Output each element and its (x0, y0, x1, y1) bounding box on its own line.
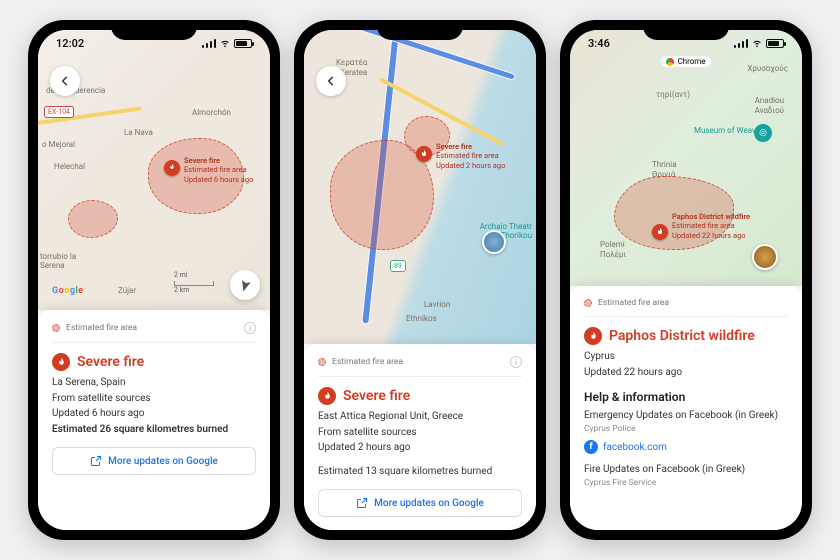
info-icon[interactable]: i (510, 356, 522, 368)
phone-screen: 89 Κερατέα Keratea Lavrion Ethnikos Arch… (304, 30, 536, 530)
route-shield: 89 (390, 260, 406, 272)
fire-overlay-label: Severe fire Estimated fire area Updated … (184, 156, 253, 184)
browser-chrome-row: Chrome (570, 56, 802, 67)
estimate-legend-label: Estimated fire area (66, 323, 137, 333)
battery-icon (766, 39, 784, 48)
place-label: Helechal (54, 162, 85, 171)
help-info-heading: Help & information (584, 390, 788, 404)
locate-button[interactable] (230, 270, 260, 300)
info-sheet[interactable]: Estimated fire area Paphos District wild… (570, 286, 802, 530)
phone-screen: 3:46 Chrome Χρυσοχούς τηρί(αντ) Anadiou … (570, 30, 802, 530)
badge-poi-pin[interactable] (752, 244, 778, 270)
fire-details: East Attica Regional Unit, Greece From s… (318, 409, 522, 479)
place-label: Κερατέα (336, 58, 367, 67)
fire-details: Cyprus Updated 22 hours ago (584, 349, 788, 380)
help-item-source: Cyprus Fire Service (584, 478, 788, 488)
fire-title: Severe fire (77, 354, 144, 370)
place-label: Thrinia (652, 160, 677, 169)
fire-legend-dot-icon (318, 358, 326, 366)
estimate-legend-label: Estimated fire area (332, 357, 403, 367)
info-icon[interactable]: i (244, 322, 256, 334)
fire-title-row: Severe fire (318, 387, 522, 405)
place-label: Zújar (118, 286, 136, 295)
place-label: Ethnikos (406, 314, 437, 323)
photo-poi-pin[interactable] (482, 230, 506, 254)
phone-notch (111, 20, 197, 40)
browser-indicator[interactable]: Chrome (661, 56, 710, 67)
fire-icon (52, 353, 70, 371)
fire-legend-dot-icon (584, 299, 592, 307)
place-label: o Mejoral (42, 140, 75, 149)
fire-title-row: Paphos District wildfire (584, 327, 788, 345)
back-button[interactable] (316, 66, 346, 96)
place-label: Polemi (600, 240, 625, 249)
more-updates-button[interactable]: More updates on Google (52, 447, 256, 475)
estimate-legend-row: Estimated fire area i (318, 352, 522, 377)
open-external-icon (356, 497, 368, 509)
help-item[interactable]: Fire Updates on Facebook (in Greek) (584, 464, 788, 475)
place-label: Πολέμι (600, 250, 626, 259)
place-label: La Nava (124, 128, 153, 137)
estimate-legend-row: Estimated fire area (584, 294, 788, 317)
place-label: torrubio la Serena (40, 252, 80, 270)
fire-title: Severe fire (343, 388, 410, 404)
info-sheet[interactable]: Estimated fire area i Severe fire East A… (304, 344, 536, 530)
fire-overlay-label: Paphos District wildfire Estimated fire … (672, 212, 750, 240)
map-scale: 2 mi 2 km (174, 271, 214, 294)
estimate-legend-row: Estimated fire area i (52, 318, 256, 343)
fire-pin-icon[interactable] (416, 146, 432, 162)
fire-legend-dot-icon (52, 324, 60, 332)
fire-pin-icon[interactable] (164, 160, 180, 176)
wifi-icon (219, 38, 231, 48)
cell-signal-icon (734, 38, 748, 48)
fire-title-row: Severe fire (52, 353, 256, 371)
fire-overlay-label: Severe fire Estimated fire area Updated … (436, 142, 505, 170)
place-label: Almorchón (192, 108, 231, 117)
fire-icon (584, 327, 602, 345)
place-label: Anadiou (755, 96, 784, 105)
fire-icon (318, 387, 336, 405)
status-icons (202, 38, 252, 48)
help-item[interactable]: Emergency Updates on Facebook (in Greek) (584, 410, 788, 421)
open-external-icon (90, 455, 102, 467)
status-time: 3:46 (588, 37, 610, 50)
fire-pin-icon[interactable] (652, 224, 668, 240)
phone-notch (643, 20, 729, 40)
fire-details: La Serena, Spain From satellite sources … (52, 375, 256, 437)
map-area[interactable]: EX-104 de Benquerencia o Mejoral Helecha… (38, 30, 270, 310)
help-item-source: Cyprus Police (584, 424, 788, 434)
phone-screen: 12:02 EX-104 de Benquerencia o Mejoral H… (38, 30, 270, 530)
facebook-link[interactable]: f facebook.com (584, 440, 788, 454)
chrome-icon (666, 58, 674, 66)
route-shield: EX-104 (44, 106, 74, 118)
more-updates-button[interactable]: More updates on Google (318, 489, 522, 517)
phone-3: 3:46 Chrome Χρυσοχούς τηρί(αντ) Anadiou … (560, 20, 812, 540)
back-button[interactable] (50, 66, 80, 96)
place-label: Αναδιού (755, 106, 784, 115)
status-icons (734, 38, 784, 48)
google-logo: Google (52, 286, 84, 296)
facebook-icon: f (584, 440, 598, 454)
fire-title: Paphos District wildfire (609, 328, 755, 344)
map-area[interactable]: 89 Κερατέα Keratea Lavrion Ethnikos Arch… (304, 30, 536, 344)
phone-2: 89 Κερατέα Keratea Lavrion Ethnikos Arch… (294, 20, 546, 540)
place-label: Lavrion (424, 300, 450, 309)
battery-icon (234, 39, 252, 48)
map-area[interactable]: Χρυσοχούς τηρί(αντ) Anadiou Αναδιού Muse… (570, 30, 802, 286)
cell-signal-icon (202, 38, 216, 48)
info-sheet[interactable]: Estimated fire area i Severe fire La Ser… (38, 310, 270, 530)
phone-notch (377, 20, 463, 40)
museum-poi-pin[interactable]: ◎ (754, 124, 772, 142)
wifi-icon (751, 38, 763, 48)
status-time: 12:02 (56, 37, 84, 50)
phone-1: 12:02 EX-104 de Benquerencia o Mejoral H… (28, 20, 280, 540)
place-label: τηρί(αντ) (656, 90, 690, 99)
estimate-legend-label: Estimated fire area (598, 298, 669, 308)
